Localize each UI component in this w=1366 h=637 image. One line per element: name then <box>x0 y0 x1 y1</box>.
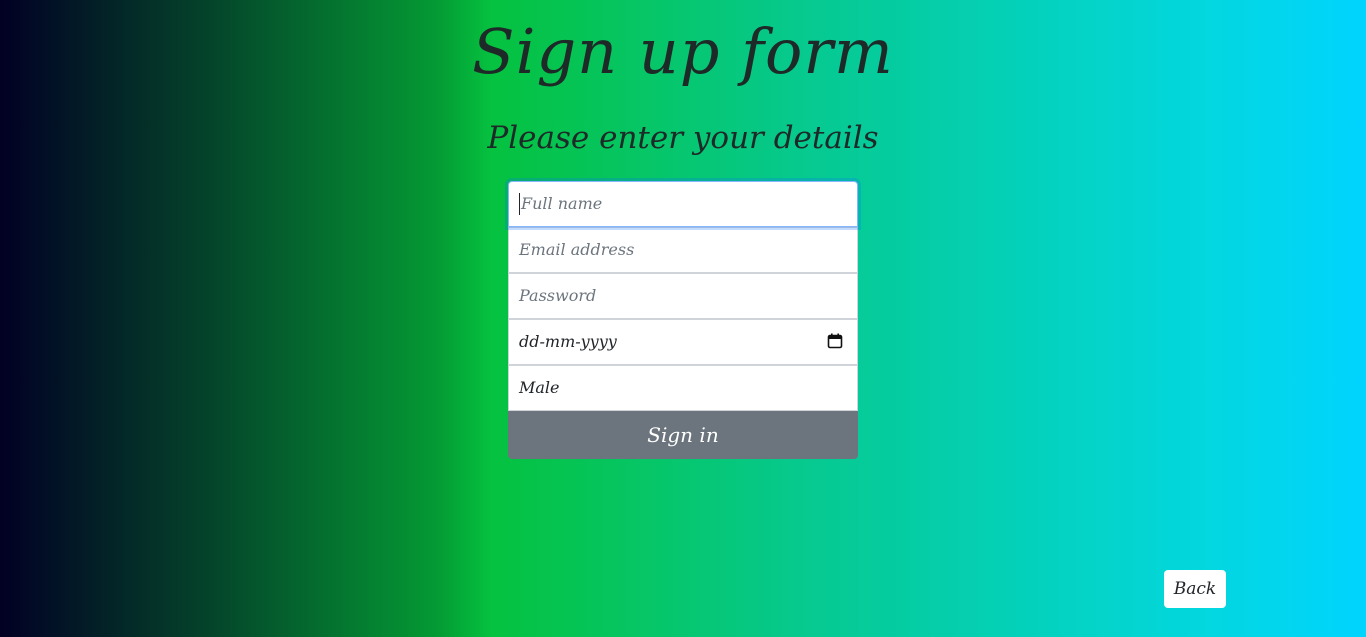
page-title: Sign up form <box>472 15 894 88</box>
email-input[interactable]: Email address <box>508 227 858 273</box>
text-cursor <box>519 192 520 215</box>
password-input[interactable]: Password <box>508 273 858 319</box>
date-value: dd-mm-yyyy <box>519 332 617 351</box>
date-of-birth-input[interactable]: dd-mm-yyyy <box>508 319 858 365</box>
gender-select[interactable]: Male <box>508 365 858 411</box>
password-placeholder: Password <box>519 286 597 305</box>
calendar-icon[interactable] <box>827 333 843 349</box>
email-placeholder: Email address <box>519 240 635 259</box>
gender-value: Male <box>519 378 560 397</box>
page-subtitle: Please enter your details <box>487 120 879 156</box>
full-name-input[interactable]: Full name <box>508 181 858 227</box>
back-button[interactable]: Back <box>1164 570 1226 608</box>
signup-form: Full name Email address Password dd-mm-y… <box>508 181 858 459</box>
full-name-placeholder: Full name <box>521 194 603 213</box>
sign-in-button[interactable]: Sign in <box>508 411 858 459</box>
